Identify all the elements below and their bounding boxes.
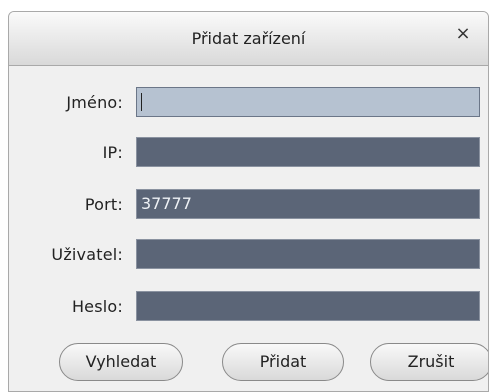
text-caret xyxy=(141,93,142,111)
password-field[interactable] xyxy=(136,291,480,321)
user-label: Uživatel: xyxy=(51,245,123,264)
cancel-button[interactable]: Zrušit xyxy=(370,343,488,381)
port-value: 37777 xyxy=(141,194,192,213)
name-field[interactable] xyxy=(136,87,480,117)
dialog-title: Přidat zařízení xyxy=(191,29,306,48)
add-device-dialog: Přidat zařízení × Jméno: IP: Port: 37777… xyxy=(8,11,489,392)
title-bar: Přidat zařízení × xyxy=(9,12,488,66)
name-label: Jméno: xyxy=(66,93,123,112)
search-button[interactable]: Vyhledat xyxy=(59,343,183,381)
port-field[interactable]: 37777 xyxy=(136,189,480,219)
password-label: Heslo: xyxy=(71,297,123,316)
ip-label: IP: xyxy=(102,143,123,162)
close-icon[interactable]: × xyxy=(452,23,474,45)
add-button[interactable]: Přidat xyxy=(222,343,344,381)
port-label: Port: xyxy=(84,195,123,214)
user-field[interactable] xyxy=(136,239,480,269)
ip-field[interactable] xyxy=(136,137,480,167)
